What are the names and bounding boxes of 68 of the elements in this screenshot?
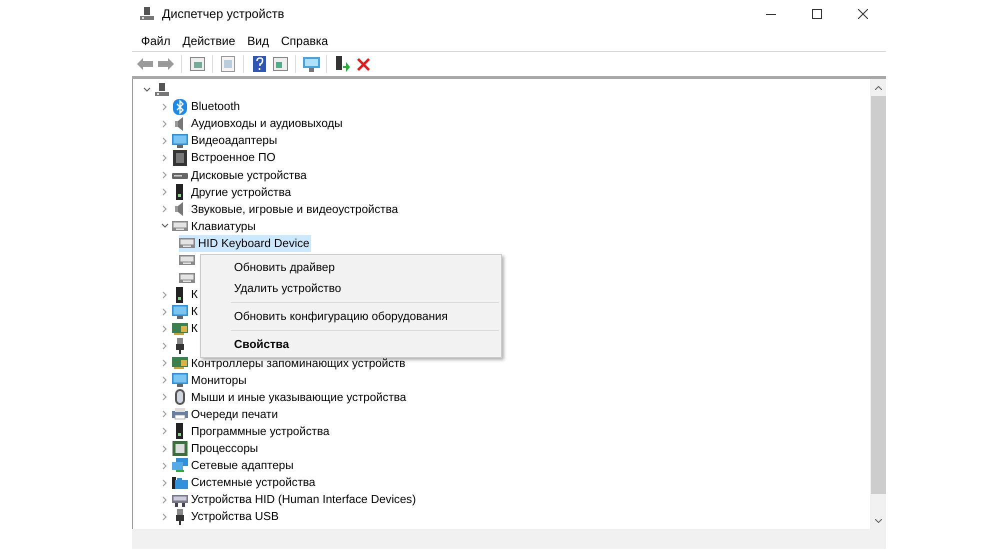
tree-item[interactable]: Встроенное ПО	[172, 149, 278, 166]
menu-item[interactable]: Справка	[275, 32, 334, 50]
context-menu-item[interactable]: Обновить драйвер	[201, 257, 501, 278]
context-menu-item[interactable]: Свойства	[201, 334, 501, 355]
bluetooth-icon	[172, 98, 188, 115]
card-icon	[172, 356, 188, 370]
monitor-icon	[172, 304, 188, 319]
context-menu-item[interactable]: Обновить конфигурацию оборудования	[201, 306, 501, 327]
properties-button[interactable]	[187, 54, 207, 74]
computer-icon	[140, 7, 154, 21]
scan-button[interactable]	[301, 54, 321, 74]
tree-item[interactable]: Сетевые адаптеры	[172, 457, 296, 474]
computer-icon	[154, 82, 170, 97]
tree-item[interactable]: Устройства USB	[172, 508, 281, 526]
mouse-icon	[172, 389, 188, 406]
window-icon	[190, 57, 204, 71]
update-button[interactable]	[218, 54, 238, 74]
system-folder-icon	[172, 476, 188, 490]
keyboard-icon	[179, 238, 195, 248]
drive-icon	[172, 170, 188, 180]
tree-item[interactable]: Другие устройства	[172, 184, 294, 201]
window-title: Диспетчер устройств	[162, 7, 284, 21]
context-menu-item[interactable]: Удалить устройство	[201, 278, 501, 299]
tree-item[interactable]: Звуковые, игровые и видеоустройства	[172, 200, 400, 218]
tree-item[interactable]: Bluetooth	[172, 98, 242, 116]
tree-item[interactable]: Контроллеры запоминающих устройств	[172, 354, 408, 372]
menu-item[interactable]: Действие	[176, 32, 242, 50]
delete-icon	[356, 58, 370, 70]
view-button[interactable]	[270, 54, 290, 74]
keyboard-icon	[179, 255, 195, 266]
help-icon	[252, 56, 266, 72]
maximize-icon	[812, 9, 822, 19]
tree-item[interactable]: HID Keyboard Device	[179, 234, 312, 252]
menu-item[interactable]: Файл	[135, 32, 177, 50]
back-arrow-icon	[137, 58, 153, 70]
keyboard-icon	[179, 272, 195, 283]
tree-item[interactable]: К	[172, 286, 200, 304]
document-icon	[221, 56, 235, 72]
tree-item[interactable]: К	[172, 303, 200, 320]
menu-item[interactable]: Вид	[241, 32, 275, 50]
keyboard-mouse-icon	[172, 492, 188, 507]
tree-item[interactable]: Очереди печати	[172, 406, 280, 423]
tree-item[interactable]: Мониторы	[172, 372, 249, 389]
forward-arrow-icon	[158, 58, 174, 70]
monitor-icon	[172, 134, 188, 148]
scrollbar[interactable]	[870, 79, 886, 529]
tree-item[interactable]: Программные устройства	[172, 422, 332, 440]
window-icon	[272, 57, 288, 71]
keyboard-icon	[172, 221, 188, 232]
tree-item[interactable]: Видеоадаптеры	[172, 132, 280, 150]
card-icon	[172, 322, 188, 336]
tree-item[interactable]: Аудиовходы и аудиовыходы	[172, 115, 345, 132]
monitor-icon	[302, 56, 320, 72]
close-icon	[858, 9, 868, 19]
tree-item[interactable]: Клавиатуры	[172, 218, 258, 235]
processor-icon	[172, 441, 188, 456]
tree-item[interactable]: Процессоры	[172, 440, 260, 458]
scrollbar-thumb[interactable]	[870, 96, 886, 494]
tree-item[interactable]: Системные устройства	[172, 474, 318, 492]
tree-item[interactable]: Дисковые устройства	[172, 166, 309, 184]
chip-icon	[172, 150, 188, 166]
tree-item[interactable]: Мыши и иные указывающие устройства	[172, 388, 408, 406]
device-add-icon	[334, 56, 350, 72]
tree-item[interactable]: К	[172, 320, 200, 338]
monitor-icon	[172, 373, 188, 388]
printer-icon	[172, 408, 188, 420]
tree-item[interactable]: Устройства HID (Human Interface Devices)	[172, 491, 418, 508]
network-icon	[172, 458, 188, 474]
